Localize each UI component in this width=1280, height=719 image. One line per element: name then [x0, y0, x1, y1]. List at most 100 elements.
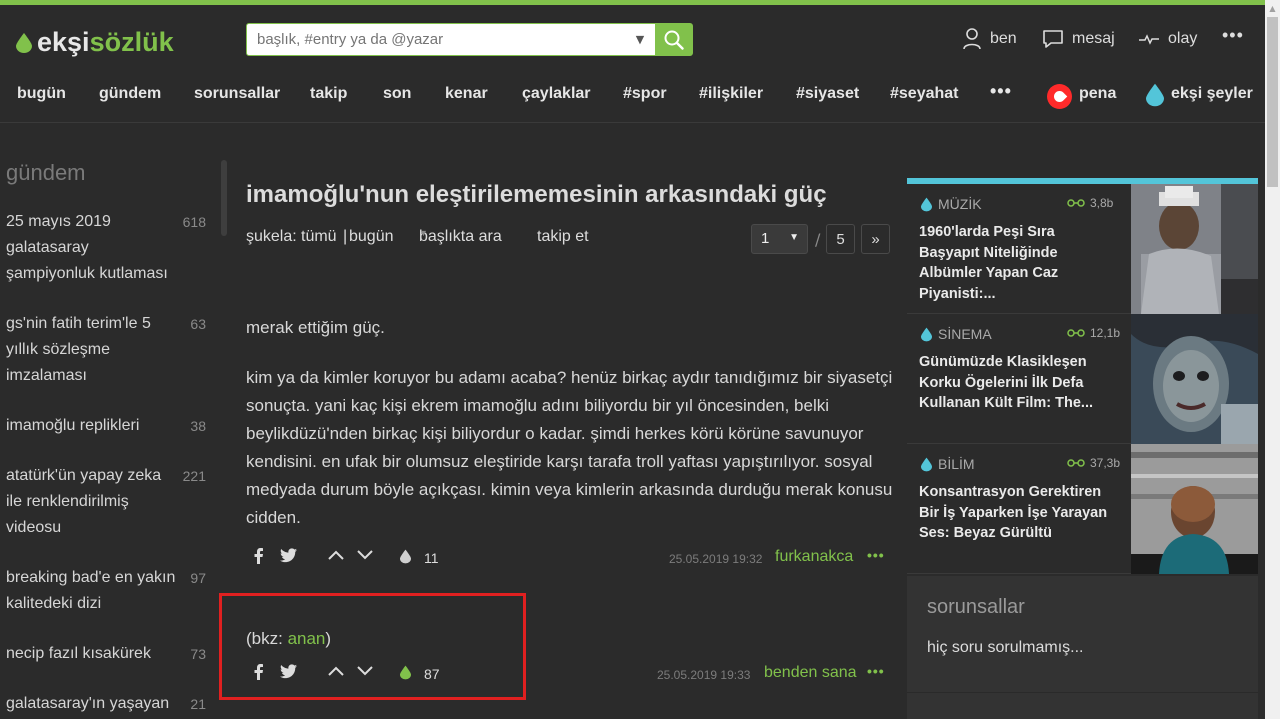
sidebar-topic-title: 25 mayıs 2019 galatasaray şampiyonluk ku…: [6, 213, 168, 282]
nav-item-takip[interactable]: takip: [310, 85, 347, 103]
nav-ben-label: ben: [990, 30, 1017, 47]
entry-date[interactable]: 25.05.2019 19:32: [669, 552, 762, 566]
page-scrollbar[interactable]: ▲: [1265, 0, 1280, 719]
entry-date[interactable]: 25.05.2019 19:33: [657, 668, 750, 682]
sidebar-topic-title: imamoğlu replikleri: [6, 417, 140, 434]
downvote-icon[interactable]: [357, 550, 373, 560]
last-page-button[interactable]: 5: [826, 224, 855, 254]
card-category-label: SİNEMA: [938, 326, 992, 342]
nav-item-sorunsallar[interactable]: sorunsallar: [194, 85, 280, 103]
header-more-button[interactable]: •••: [1222, 23, 1244, 47]
entry-author[interactable]: furkanakca: [775, 548, 853, 566]
gundem-sidebar: gündem 25 mayıs 2019 galatasaray şampiyo…: [0, 124, 228, 719]
views-icon: [1067, 459, 1085, 467]
views-icon: [1067, 329, 1085, 337]
sidebar-topic-count: 63: [190, 316, 206, 332]
sidebar-topic-title: gs'nin fatih terim'le 5 yıllık sözleşme …: [6, 315, 151, 384]
sukela-today-link[interactable]: bugün: [349, 228, 394, 246]
nav-item-son[interactable]: son: [383, 85, 411, 103]
scroll-up-arrow-icon[interactable]: ▲: [1265, 0, 1280, 17]
sidebar-topic[interactable]: imamoğlu replikleri 38: [6, 413, 206, 439]
facebook-icon[interactable]: [254, 548, 263, 564]
nav-olay-label: olay: [1168, 30, 1198, 47]
page-select[interactable]: 1 ▼: [751, 224, 808, 254]
sidebar-topic-title: breaking bad'e en yakın kalitedeki dizi: [6, 569, 176, 612]
sidebar-topic[interactable]: gs'nin fatih terim'le 5 yıllık sözleşme …: [6, 311, 206, 389]
sorunsallar-heading[interactable]: sorunsallar: [927, 596, 1025, 619]
logo-text-sozluk: sözlük: [89, 27, 174, 57]
eksi-seyler-card[interactable]: MÜZİK 3,8b 1960'larda Peşi Sıra Başyapıt…: [907, 184, 1258, 314]
upvote-icon[interactable]: [328, 550, 344, 560]
entry-more-button[interactable]: •••: [867, 663, 885, 679]
follow-link[interactable]: takip et: [537, 228, 589, 246]
sorunsallar-empty-text: hiç soru sorulmamış...: [927, 639, 1084, 656]
search-button[interactable]: [655, 24, 692, 55]
entry-footer: 11 25.05.2019 19:32 furkanakca •••: [246, 547, 896, 568]
sidebar-topic-title: necip fazıl kısakürek: [6, 645, 151, 662]
card-category: BİLİM: [921, 456, 975, 472]
eksi-seyler-card[interactable]: SİNEMA 12,1b Günümüzde Klasikleşen Korku…: [907, 314, 1258, 444]
twitter-icon[interactable]: [280, 548, 297, 563]
sukela-all-link[interactable]: tümü: [301, 228, 337, 246]
card-category: SİNEMA: [921, 326, 992, 342]
sidebar-topic-count: 21: [190, 696, 206, 712]
sukela-label: şukela:: [246, 228, 297, 245]
nav-more-button[interactable]: •••: [990, 81, 1012, 102]
entry-paragraph: merak ettiğim güç.: [246, 318, 385, 337]
sidebar-topic[interactable]: galatasaray'ın yaşayan 21: [6, 691, 206, 717]
user-icon: [963, 28, 981, 50]
sidebar-topic[interactable]: 25 mayıs 2019 galatasaray şampiyonluk ku…: [6, 209, 206, 287]
chevron-down-icon: ▼: [789, 232, 799, 243]
favorite-drop-icon[interactable]: [400, 549, 411, 564]
nav-item-spor[interactable]: #spor: [623, 85, 667, 103]
nav-item-siyaset[interactable]: #siyaset: [796, 85, 859, 103]
highlight-box: [219, 593, 526, 700]
views-icon: [1067, 199, 1085, 207]
eksi-seyler-card[interactable]: BİLİM 37,3b Konsantrasyon Gerektiren Bir…: [907, 444, 1258, 574]
nav-mesaj[interactable]: mesaj: [1042, 27, 1115, 51]
sidebar-topic[interactable]: necip fazıl kısakürek 73: [6, 641, 206, 667]
card-category-label: MÜZİK: [938, 196, 982, 212]
nav-item-caylaklar[interactable]: çaylaklar: [522, 85, 591, 103]
card-title: Günümüzde Klasikleşen Korku Ögelerini İl…: [919, 354, 1093, 411]
nav-item-gundem[interactable]: gündem: [99, 85, 161, 103]
nav-item-seyahat[interactable]: #seyahat: [890, 85, 959, 103]
nav-item-eksi-seyler[interactable]: ekşi şeyler: [1171, 85, 1253, 103]
sidebar-topic[interactable]: atatürk'ün yapay zeka ile renklendirilmi…: [6, 463, 206, 541]
card-views-count: 37,3b: [1090, 456, 1121, 470]
nav-item-kenar[interactable]: kenar: [445, 85, 488, 103]
card-thumbnail: [1131, 444, 1258, 574]
sidebar-topic-count: 97: [190, 570, 206, 586]
site-header: ekşisözlük ▼ ben mesaj olay ••• bugün gü…: [0, 5, 1265, 123]
nav-ben[interactable]: ben: [962, 27, 1017, 51]
card-title: 1960'larda Peşi Sıra Başyapıt Niteliğind…: [919, 224, 1059, 302]
sidebar-scrollbar[interactable]: [221, 160, 227, 236]
topic-nav: bugün gündem sorunsallar takip son kenar…: [0, 81, 1265, 109]
search-input[interactable]: [247, 24, 625, 55]
sidebar-topic[interactable]: breaking bad'e en yakın kalitedeki dizi …: [6, 565, 206, 617]
nav-item-pena[interactable]: pena: [1079, 85, 1116, 103]
search-options-chevron-icon[interactable]: ▼: [625, 24, 655, 55]
site-logo[interactable]: ekşi sözlük: [16, 27, 174, 58]
nav-olay[interactable]: olay: [1138, 27, 1197, 51]
card-category: MÜZİK: [921, 196, 982, 212]
pena-icon: [1047, 84, 1072, 109]
entry-author[interactable]: benden sana: [764, 664, 857, 682]
nav-item-bugun[interactable]: bugün: [17, 85, 66, 103]
favorite-count[interactable]: 11: [424, 550, 439, 566]
next-page-button[interactable]: »: [861, 224, 890, 254]
scrollbar-thumb[interactable]: [1267, 17, 1278, 187]
entry-paragraph: kim ya da kimler koruyor bu adamı acaba?…: [246, 368, 893, 527]
search-in-title-label: başlıkta ara: [419, 228, 502, 245]
topic-title[interactable]: imamoğlu'nun eleştirilememesinin arkasın…: [246, 181, 827, 209]
message-icon: [1043, 30, 1063, 48]
search-icon: [664, 30, 684, 50]
pager-separator: /: [815, 230, 821, 249]
drop-icon: [921, 457, 932, 471]
entry-more-button[interactable]: •••: [867, 547, 885, 563]
sidebar-heading: gündem: [6, 160, 86, 185]
sidebar-topic-count: 221: [182, 468, 206, 484]
drop-icon: [921, 197, 932, 211]
drop-icon: [921, 327, 932, 341]
nav-item-iliskiler[interactable]: #ilişkiler: [699, 85, 763, 103]
